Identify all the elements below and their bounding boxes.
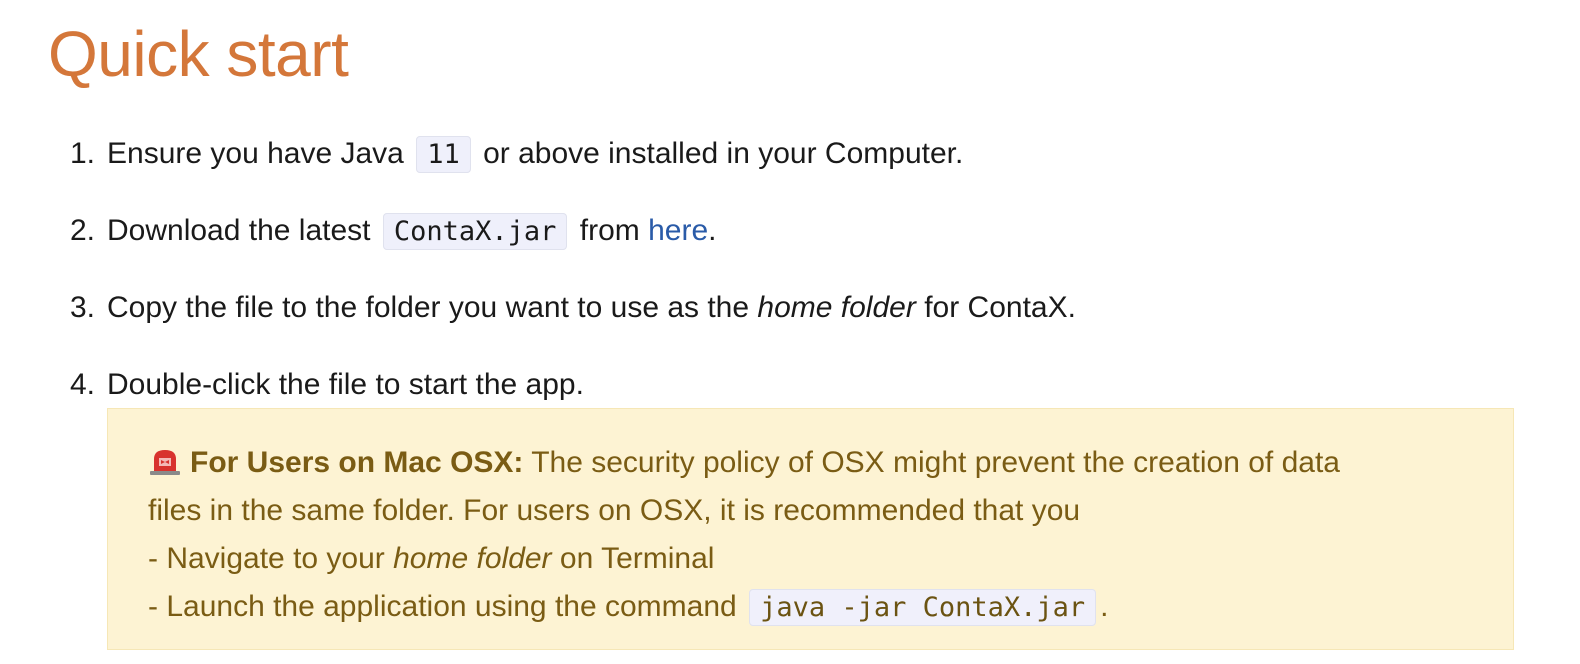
page-title: Quick start bbox=[48, 18, 349, 90]
callout-heading: For Users on Mac OSX: bbox=[190, 446, 524, 479]
rotating-light-icon bbox=[148, 443, 182, 475]
step-number: 1. bbox=[70, 137, 96, 170]
callout-text: on Terminal bbox=[559, 542, 715, 575]
step-1: 1. Ensure you have Java 11 or above insta… bbox=[70, 128, 963, 181]
step-number: 3. bbox=[70, 291, 96, 324]
step-text: Download the latest bbox=[107, 214, 371, 247]
step-text: or above installed in your Computer. bbox=[483, 137, 964, 170]
callout-line-3: - Navigate to your home folder on Termin… bbox=[148, 535, 1473, 583]
step-number: 4. bbox=[70, 368, 96, 401]
callout-text: . bbox=[1100, 590, 1109, 623]
callout-line-2: files in the same folder. For users on O… bbox=[148, 494, 1081, 527]
step-text: Copy the file to the folder you want to … bbox=[107, 291, 750, 324]
step-text: Double-click the file to start the app. bbox=[107, 368, 584, 401]
mac-osx-warning-callout: For Users on Mac OSX: The security polic… bbox=[107, 408, 1514, 650]
launch-command-code: java -jar ContaX.jar bbox=[749, 589, 1097, 626]
callout-text: The security policy of OSX might prevent… bbox=[531, 446, 1340, 479]
step-2: 2. Download the latest ContaX.jar from he… bbox=[70, 205, 716, 258]
callout-line-4: - Launch the application using the comma… bbox=[148, 583, 1473, 632]
step-text: from bbox=[579, 214, 640, 247]
home-folder-emphasis: home folder bbox=[757, 291, 916, 324]
step-text: for ContaX. bbox=[924, 291, 1076, 324]
callout-text: - Navigate to your bbox=[148, 542, 385, 575]
callout-text: - Launch the application using the comma… bbox=[148, 590, 737, 623]
callout-line-1: For Users on Mac OSX: The security polic… bbox=[148, 439, 1473, 487]
step-4: 4. Double-click the file to start the app… bbox=[70, 359, 584, 411]
java-version-code: 11 bbox=[416, 136, 471, 173]
download-link[interactable]: here bbox=[648, 214, 708, 247]
jar-file-code: ContaX.jar bbox=[382, 213, 568, 250]
step-number: 2. bbox=[70, 214, 96, 247]
home-folder-emphasis: home folder bbox=[393, 542, 552, 575]
step-text: Ensure you have Java bbox=[107, 137, 404, 170]
step-text: . bbox=[708, 214, 717, 247]
step-3: 3. Copy the file to the folder you want t… bbox=[70, 282, 1076, 334]
